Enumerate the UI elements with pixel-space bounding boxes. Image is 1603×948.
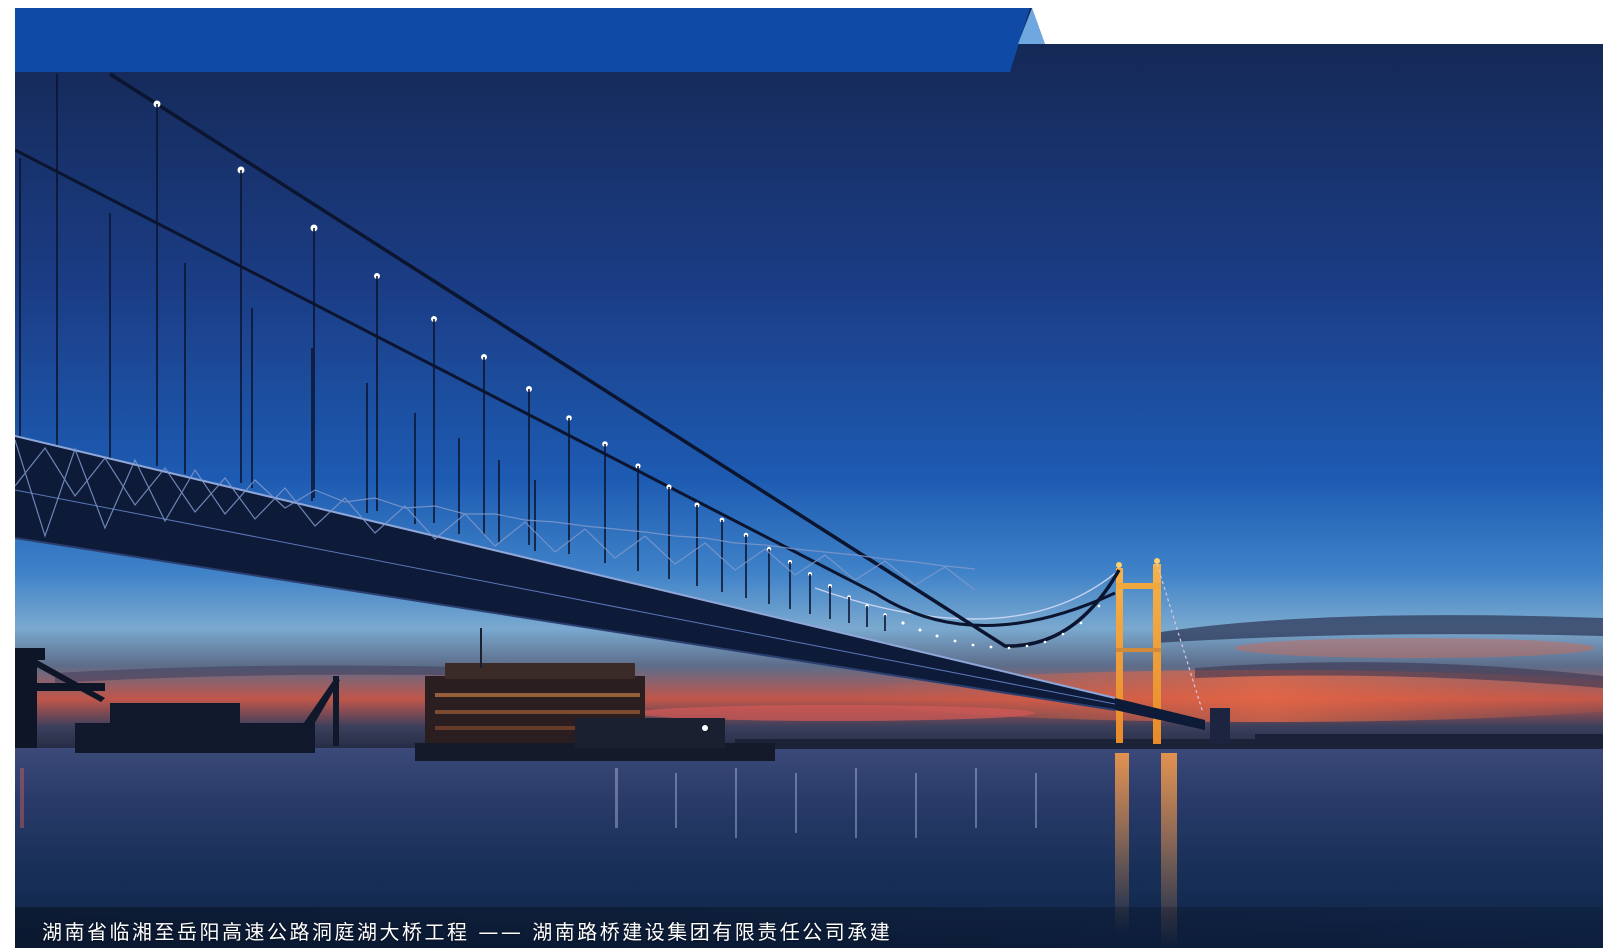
banner-white-block xyxy=(1032,8,1603,44)
far-pier xyxy=(1210,708,1230,743)
photo-caption: 湖南省临湘至岳阳高速公路洞庭湖大桥工程 —— 湖南路桥建设集团有限责任公司承建 xyxy=(42,920,893,944)
header-banner xyxy=(0,0,1603,80)
bridge-photo xyxy=(15,8,1603,948)
tower-reflection xyxy=(1115,753,1129,933)
page-frame: 湖南省临湘至岳阳高速公路洞庭湖大桥工程 —— 湖南路桥建设集团有限责任公司承建 xyxy=(0,0,1603,948)
sunset-cloud xyxy=(1235,638,1595,658)
banner-blue-block xyxy=(15,8,1030,72)
far-shoreline xyxy=(1255,734,1603,744)
bridge-photo-svg xyxy=(15,8,1603,948)
